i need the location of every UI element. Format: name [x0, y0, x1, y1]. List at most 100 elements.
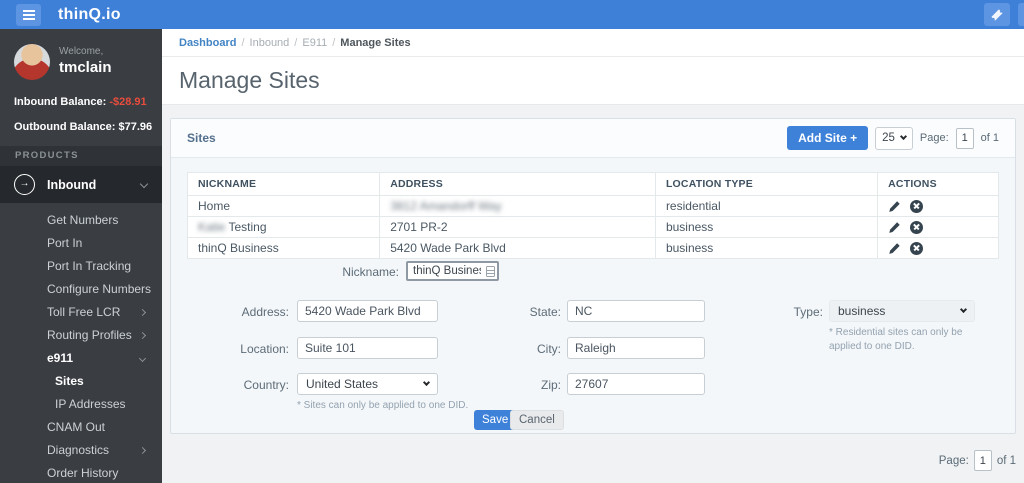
hamburger-icon [22, 9, 35, 20]
state-input[interactable] [567, 300, 705, 322]
header-address: ADDRESS [379, 172, 656, 196]
sidebar-item-get-numbers[interactable]: Get Numbers [0, 209, 162, 232]
delete-button[interactable] [910, 220, 924, 234]
type-select[interactable]: business [829, 300, 975, 322]
table-row: Katie Testing 2701 PR-2 business [186, 216, 999, 238]
panel-wrapper: Sites Add Site + 25 Page: of 1 [162, 105, 1024, 434]
header-nickname: NICKNAME [186, 172, 381, 196]
breadcrumb-dashboard[interactable]: Dashboard [179, 37, 236, 49]
table-header-row: NICKNAME ADDRESS LOCATION TYPE ACTIONS [186, 172, 999, 196]
welcome-text: Welcome, [59, 46, 104, 57]
city-label: City: [537, 342, 561, 356]
type-note: * Residential sites can only be applied … [829, 327, 963, 352]
cell-address: 3812 Amandorff Way [379, 195, 656, 217]
breadcrumb-separator: / [241, 36, 245, 49]
avatar[interactable] [14, 44, 50, 80]
top-navbar: thinQ.io [0, 0, 1024, 29]
header-actions: ACTIONS [877, 172, 999, 196]
per-page-select[interactable]: 25 [875, 126, 913, 150]
address-input[interactable] [297, 300, 438, 322]
nickname-text: Home [198, 199, 231, 213]
state-label: State: [529, 305, 561, 319]
page-number-input[interactable] [955, 127, 974, 149]
sidebar-item-configure-numbers[interactable]: Configure Numbers [0, 278, 162, 301]
chevron-down-icon [138, 354, 147, 363]
country-select[interactable]: United States [297, 373, 438, 395]
user-block: Welcome, tmclain [14, 44, 148, 80]
edit-button[interactable] [888, 200, 901, 213]
footer-pagination: Page: of 1 [162, 450, 1016, 471]
per-page-value: 25 [882, 132, 895, 144]
breadcrumb-e911: E911 [302, 36, 328, 49]
cell-nickname: Katie Testing [186, 216, 381, 238]
outbound-balance-value: $77.96 [118, 121, 153, 133]
chevron-down-icon [899, 132, 907, 141]
sidebar-item-order-history[interactable]: Order History [0, 462, 162, 483]
cell-location-type: residential [654, 195, 879, 217]
chevron-down-icon [959, 305, 968, 314]
sites-panel: Sites Add Site + 25 Page: of 1 [170, 118, 1016, 434]
cell-location-type: business [654, 216, 879, 238]
pencil-icon [889, 200, 900, 212]
edit-button[interactable] [888, 221, 901, 234]
chevron-right-icon [138, 308, 147, 317]
sidebar-item-routing-profiles[interactable]: Routing Profiles [0, 324, 162, 347]
overflow-button-partial[interactable] [1018, 3, 1024, 26]
inbound-menu-label: Inbound [47, 177, 97, 192]
delete-circle-x-icon [910, 199, 924, 213]
outbound-balance: Outbound Balance: $77.96 [14, 121, 162, 133]
username: tmclain [59, 59, 112, 76]
breadcrumb-separator: / [332, 36, 336, 49]
outbound-balance-label: Outbound Balance: [14, 121, 116, 133]
delete-button[interactable] [910, 199, 924, 213]
inbound-balance: Inbound Balance: -$28.91 [14, 96, 162, 108]
app-window: thinQ.io Welcome, tmclain Inbound Balanc… [0, 0, 1024, 483]
page-header: Manage Sites [162, 57, 1024, 105]
sidebar-item-e911[interactable]: e911 [0, 347, 162, 370]
footer-page-label: Page: [938, 454, 969, 467]
address-text-redacted: 3812 Amandorff Way [390, 199, 502, 213]
app-logo[interactable]: thinQ.io [58, 6, 121, 24]
inbound-balance-label: Inbound Balance: [14, 96, 107, 108]
main-content: Dashboard / Inbound / E911 / Manage Site… [162, 29, 1024, 483]
type-select-value: business [838, 304, 886, 318]
chevron-right-icon [138, 331, 147, 340]
sidebar-item-cnam-out[interactable]: CNAM Out [0, 416, 162, 439]
location-label: Location: [240, 342, 289, 356]
autofill-contact-icon[interactable] [486, 265, 495, 277]
cell-actions [877, 195, 999, 217]
header-location-type: LOCATION TYPE [654, 172, 879, 196]
sidebar-toggle-button[interactable] [16, 3, 41, 26]
delete-circle-x-icon [910, 220, 924, 234]
nickname-field-wrap [406, 261, 499, 281]
sidebar-item-port-in-tracking[interactable]: Port In Tracking [0, 255, 162, 278]
zip-input[interactable] [567, 373, 705, 395]
sidebar-item-port-in[interactable]: Port In [0, 232, 162, 255]
balances: Inbound Balance: -$28.91 Outbound Balanc… [14, 96, 162, 133]
products-section-header: PRODUCTS [0, 146, 162, 166]
type-label: Type: [793, 305, 823, 319]
chevron-down-icon [422, 378, 431, 387]
city-input[interactable] [567, 337, 705, 359]
ticket-button[interactable] [984, 3, 1010, 26]
add-site-button[interactable]: Add Site + [787, 126, 869, 150]
sidebar-item-toll-free-lcr[interactable]: Toll Free LCR [0, 301, 162, 324]
chevron-right-icon [138, 446, 147, 455]
sidebar-item-diagnostics[interactable]: Diagnostics [0, 439, 162, 462]
pencil-icon [889, 221, 900, 233]
arrow-in-circle-icon: → [14, 174, 35, 195]
nickname-text: Testing [228, 220, 267, 234]
toll-free-lcr-label: Toll Free LCR [47, 305, 121, 319]
panel-title: Sites [187, 131, 216, 145]
breadcrumb: Dashboard / Inbound / E911 / Manage Site… [162, 29, 1024, 57]
sidebar-item-sites[interactable]: Sites [0, 370, 162, 393]
panel-controls: Add Site + 25 Page: of 1 [787, 126, 999, 150]
sidebar-item-inbound[interactable]: → Inbound [0, 166, 162, 203]
sidebar-item-ip-addresses[interactable]: IP Addresses [0, 393, 162, 416]
breadcrumb-separator: / [294, 36, 298, 49]
page-title: Manage Sites [179, 67, 320, 93]
e911-label: e911 [47, 351, 74, 365]
location-input[interactable] [297, 337, 438, 359]
footer-page-input[interactable] [973, 450, 992, 471]
cancel-button[interactable]: Cancel [510, 410, 564, 430]
